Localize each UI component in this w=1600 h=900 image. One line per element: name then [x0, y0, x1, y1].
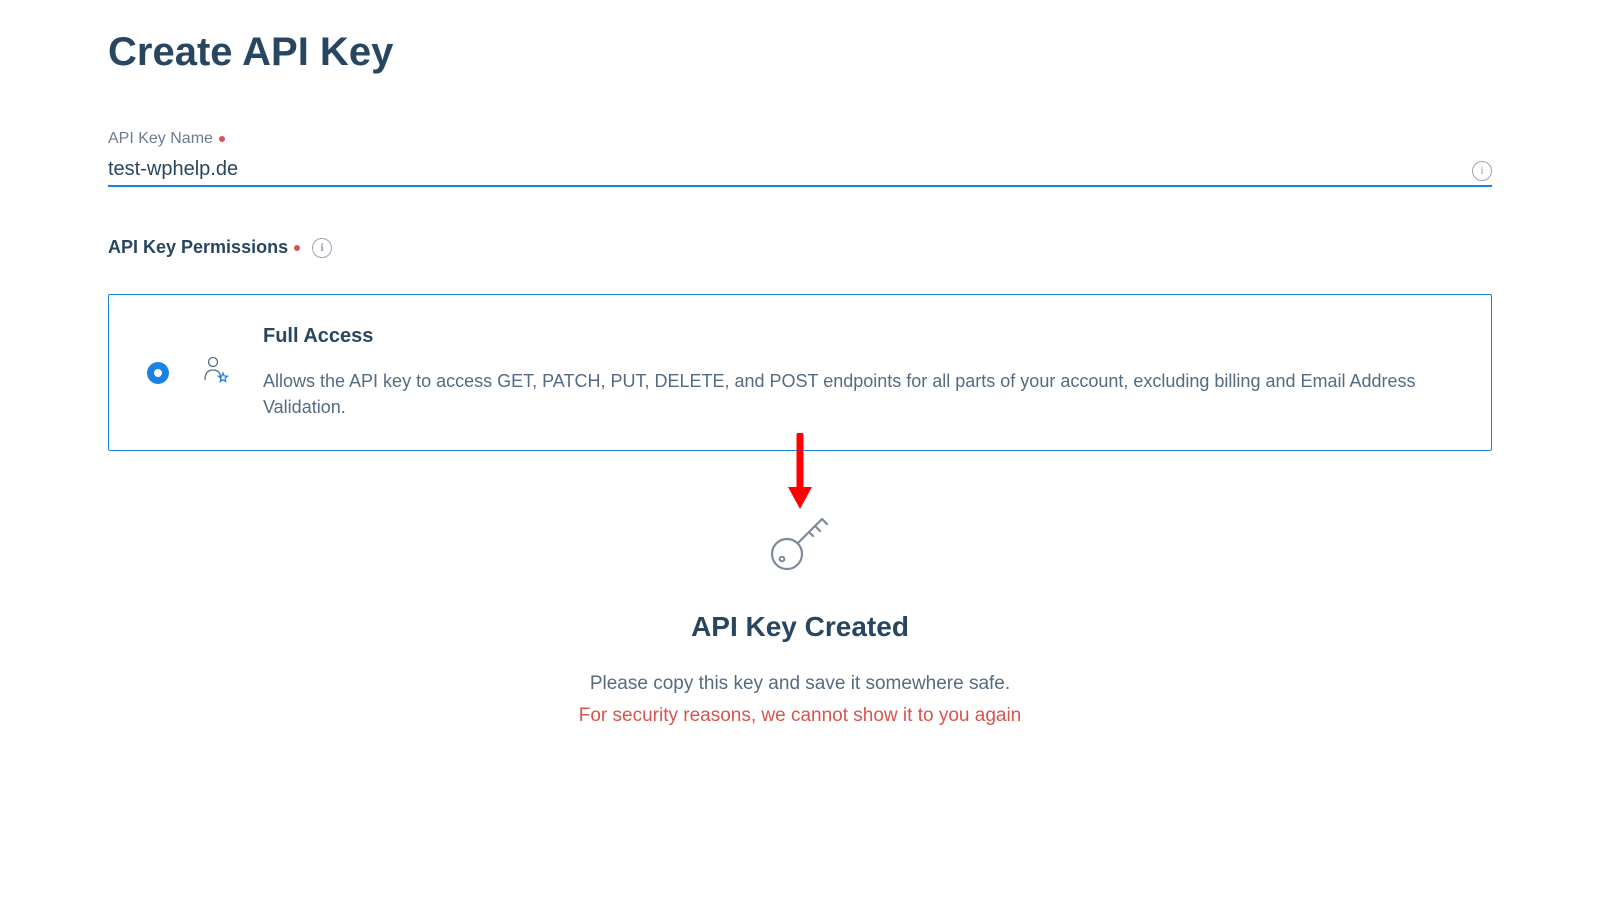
permission-option-full-access[interactable]: Full Access Allows the API key to access… — [108, 294, 1492, 451]
page-title: Create API Key — [108, 30, 1492, 75]
required-indicator — [294, 245, 300, 251]
person-star-icon — [201, 355, 231, 390]
key-created-subtitle: Please copy this key and save it somewhe… — [108, 673, 1492, 695]
api-key-name-input[interactable] — [108, 154, 1492, 187]
key-created-section: API Key Created Please copy this key and… — [108, 506, 1492, 727]
key-icon — [108, 506, 1492, 576]
radio-button[interactable] — [147, 362, 169, 384]
arrow-annotation — [108, 433, 1492, 511]
info-icon[interactable]: i — [312, 238, 332, 258]
key-created-title: API Key Created — [108, 611, 1492, 643]
api-key-name-label: API Key Name — [108, 130, 1492, 148]
key-created-warning: For security reasons, we cannot show it … — [108, 705, 1492, 727]
permission-description: Allows the API key to access GET, PATCH,… — [263, 368, 1453, 420]
info-icon[interactable]: i — [1472, 161, 1492, 181]
permission-title: Full Access — [263, 325, 1453, 348]
api-key-permissions-label-text: API Key Permissions — [108, 237, 288, 258]
api-key-permissions-label: API Key Permissions i — [108, 237, 1492, 258]
api-key-name-label-text: API Key Name — [108, 130, 213, 148]
required-indicator — [219, 136, 225, 142]
